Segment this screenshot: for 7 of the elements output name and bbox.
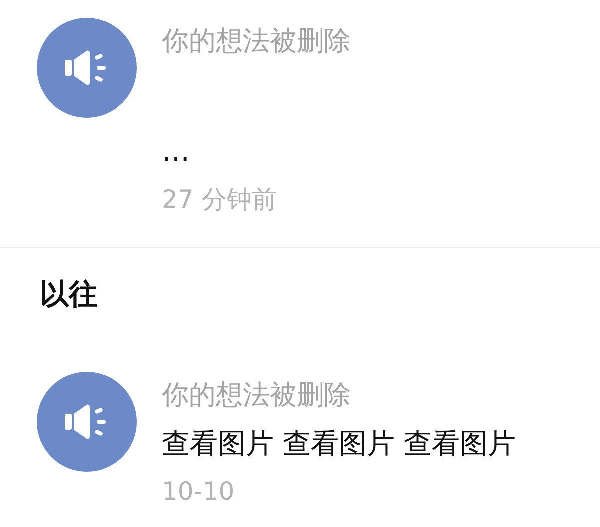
notification-body: 查看图片 查看图片 查看图片 [162,426,516,462]
notification-body: … [162,134,191,170]
section-heading: 以往 [39,276,99,313]
notification-time: 27 分钟前 [162,184,278,216]
notification-title: 你的想法被删除 [162,25,351,59]
notification-time: 10-10 [162,476,236,508]
notification-title: 你的想法被删除 [162,379,352,413]
